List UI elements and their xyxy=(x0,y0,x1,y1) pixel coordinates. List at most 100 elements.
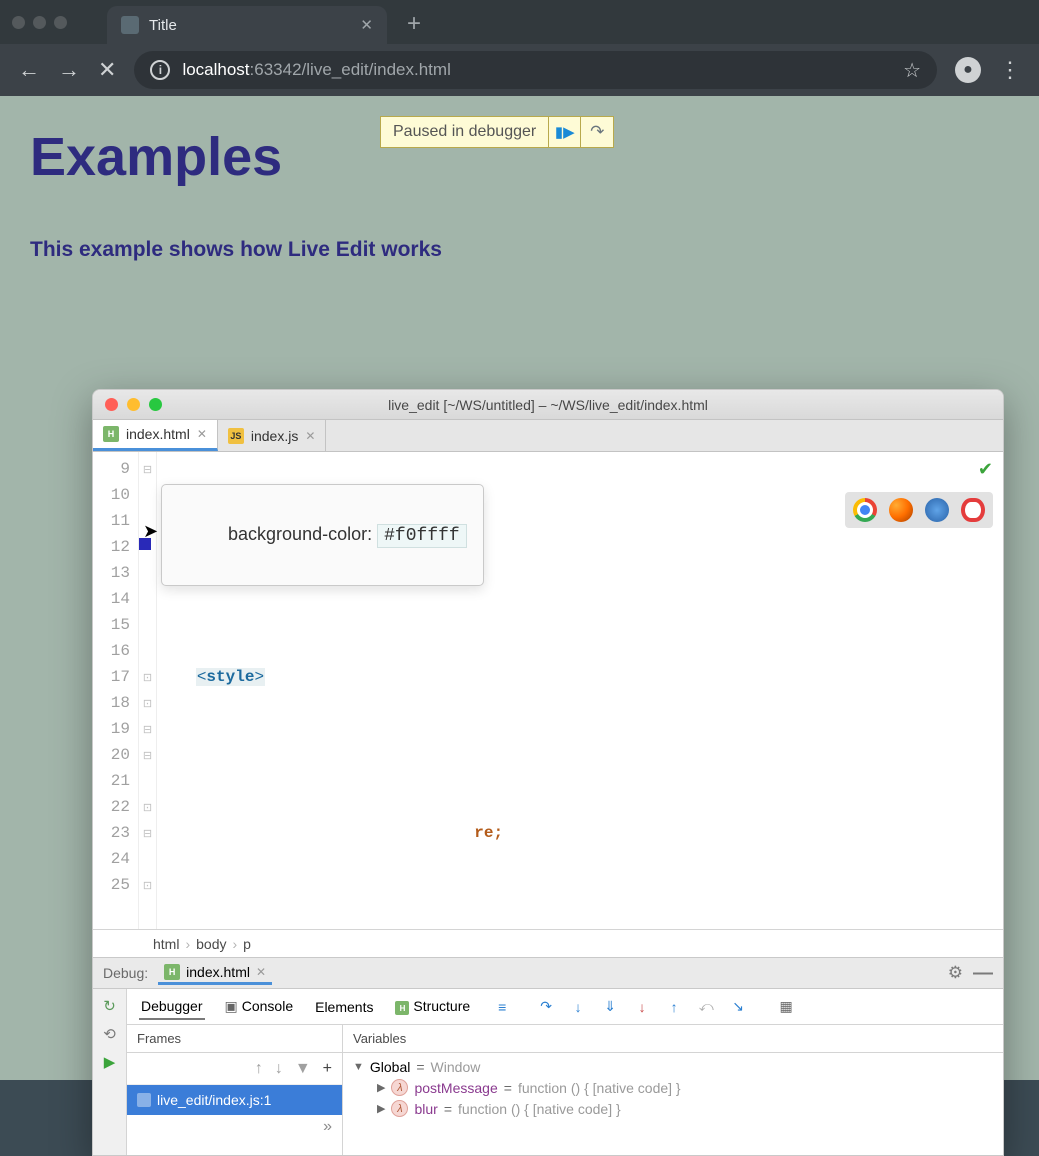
tab-bar: Title ✕ + xyxy=(0,0,1039,44)
gear-icon[interactable]: ⚙ xyxy=(948,963,963,983)
collapse-icon[interactable]: ▼ xyxy=(353,1061,364,1073)
line-number: 10 xyxy=(93,482,130,508)
page-paragraph: This example shows how Live Edit works xyxy=(30,238,1009,262)
file-tab-index-html[interactable]: H index.html ✕ xyxy=(93,420,218,451)
tab-console[interactable]: ▣Console xyxy=(223,994,296,1019)
star-icon[interactable]: ☆ xyxy=(903,58,921,83)
ide-title: live_edit [~/WS/untitled] – ~/WS/live_ed… xyxy=(93,397,1003,413)
line-number: 21 xyxy=(93,768,130,794)
add-icon[interactable]: + xyxy=(323,1060,332,1078)
frame-label: live_edit/index.js:1 xyxy=(157,1092,271,1108)
console-icon: ▣ xyxy=(225,998,238,1014)
fold-icon[interactable]: ⊡ xyxy=(139,690,156,716)
step-out-icon[interactable]: ↑ xyxy=(664,997,684,1017)
js-file-icon: JS xyxy=(228,428,244,444)
stack-frame[interactable]: live_edit/index.js:1 xyxy=(127,1085,342,1115)
cursor-pointer-icon: ➤ xyxy=(143,520,158,546)
threads-icon[interactable]: ≡ xyxy=(492,997,512,1017)
ide-window: live_edit [~/WS/untitled] – ~/WS/live_ed… xyxy=(92,389,1004,1156)
step-into-my-icon[interactable]: ↓ xyxy=(632,997,652,1017)
breadcrumb[interactable]: html › body › p xyxy=(93,929,1003,957)
step-over-icon[interactable]: ↷ xyxy=(536,997,556,1017)
editor[interactable]: 9 10 11 12 13 14 15 16 17 18 19 20 21 22… xyxy=(93,452,1003,929)
down-icon[interactable]: ↓ xyxy=(275,1060,283,1078)
tab-structure[interactable]: H Structure xyxy=(393,994,472,1020)
browser-chrome: Title ✕ + ← → ✕ i localhost:63342/live_e… xyxy=(0,0,1039,96)
hide-icon[interactable]: — xyxy=(973,962,993,985)
file-tabs: H index.html ✕ JS index.js ✕ xyxy=(93,420,1003,452)
drop-frame-icon[interactable]: ⤺ xyxy=(696,997,716,1017)
ide-titlebar[interactable]: live_edit [~/WS/untitled] – ~/WS/live_ed… xyxy=(93,390,1003,420)
close-icon[interactable]: ✕ xyxy=(197,427,207,441)
tab-title: Title xyxy=(149,17,360,34)
close-icon[interactable]: ✕ xyxy=(256,965,266,979)
play-icon: ▮▶ xyxy=(555,123,575,141)
new-tab-button[interactable]: + xyxy=(407,10,421,38)
expand-icon[interactable]: ▶ xyxy=(377,1081,385,1094)
code-line: re; xyxy=(161,820,1003,846)
line-number: 23 xyxy=(93,820,130,846)
step-into-icon[interactable]: ↓ xyxy=(568,997,588,1017)
reload-icon[interactable]: ⟲ xyxy=(103,1025,116,1043)
debug-tabs: Debugger ▣Console Elements H Structure xyxy=(127,994,472,1020)
more-icon[interactable]: » xyxy=(127,1115,342,1139)
tab-elements[interactable]: Elements xyxy=(313,995,375,1019)
menu-icon[interactable]: ⋮ xyxy=(999,57,1021,83)
expand-icon[interactable]: ▶ xyxy=(377,1102,385,1115)
fold-icon[interactable]: ⊡ xyxy=(139,664,156,690)
run-to-cursor-icon[interactable]: ↘ xyxy=(728,997,748,1017)
opera-icon[interactable] xyxy=(961,498,985,522)
back-icon[interactable]: ← xyxy=(18,57,40,83)
profile-icon[interactable]: ● xyxy=(955,57,981,83)
debug-side-toolbar: ↻ ⟲ ▶ xyxy=(93,989,127,1155)
ide-window-controls[interactable] xyxy=(105,398,162,411)
window-controls[interactable] xyxy=(12,16,67,29)
up-icon[interactable]: ↑ xyxy=(255,1060,263,1078)
url-port: :63342 xyxy=(250,60,302,79)
window-close-icon xyxy=(12,16,25,29)
evaluate-icon[interactable]: ▦ xyxy=(776,997,796,1017)
fold-icon[interactable]: ⊡ xyxy=(139,794,156,820)
var-row[interactable]: ▶ λ blur = function () { [native code] } xyxy=(343,1098,1003,1119)
open-in-browser-toolbar xyxy=(845,492,993,528)
filter-icon[interactable]: ▼ xyxy=(295,1060,311,1078)
info-icon[interactable]: i xyxy=(150,60,170,80)
browser-tab[interactable]: Title ✕ xyxy=(107,6,387,44)
force-step-into-icon[interactable]: ⇓ xyxy=(600,997,620,1017)
fold-icon[interactable]: ⊟ xyxy=(139,820,156,846)
fold-icon[interactable]: ⊟ xyxy=(139,742,156,768)
file-tab-index-js[interactable]: JS index.js ✕ xyxy=(218,420,327,451)
crumb[interactable]: body xyxy=(196,936,226,952)
chrome-icon[interactable] xyxy=(853,498,877,522)
url-bar[interactable]: i localhost:63342/live_edit/index.html ☆ xyxy=(134,51,937,89)
var-row[interactable]: ▶ λ postMessage = function () { [native … xyxy=(343,1077,1003,1098)
line-number: 20 xyxy=(93,742,130,768)
variables-panel: Variables ▼ Global = Window ▶ λ xyxy=(343,1025,1003,1155)
var-row[interactable]: ▼ Global = Window xyxy=(343,1057,1003,1077)
var-value: function () { [native code] } xyxy=(458,1101,621,1117)
frames-panel: Frames ↑ ↓ ▼ + live_edit/index.js:1 » xyxy=(127,1025,343,1155)
close-icon[interactable]: ✕ xyxy=(305,429,315,443)
variables-tree[interactable]: ▼ Global = Window ▶ λ postMessage = func… xyxy=(343,1053,1003,1155)
close-icon[interactable]: ✕ xyxy=(360,16,373,34)
debug-body: Frames ↑ ↓ ▼ + live_edit/index.js:1 » xyxy=(127,1025,1003,1155)
step-over-button[interactable]: ↷ xyxy=(581,117,613,147)
firefox-icon[interactable] xyxy=(889,498,913,522)
safari-icon[interactable] xyxy=(925,498,949,522)
fold-icon[interactable]: ⊡ xyxy=(139,872,156,898)
code-area[interactable]: background-color: #f0ffff ➤ ✔ <style> re… xyxy=(157,452,1003,929)
crumb[interactable]: html xyxy=(153,936,179,952)
debug-session-tab[interactable]: H index.html ✕ xyxy=(158,962,272,985)
tab-debugger[interactable]: Debugger xyxy=(139,994,205,1020)
stop-icon[interactable]: ✕ xyxy=(98,57,116,83)
rerun-icon[interactable]: ↻ xyxy=(103,997,116,1015)
resume-icon[interactable]: ▶ xyxy=(104,1053,116,1071)
var-value: function () { [native code] } xyxy=(518,1080,681,1096)
debug-session-label: index.html xyxy=(186,964,250,980)
forward-icon[interactable]: → xyxy=(58,57,80,83)
url-path: /live_edit/index.html xyxy=(302,60,451,79)
resume-button[interactable]: ▮▶ xyxy=(549,117,581,147)
fold-icon[interactable]: ⊟ xyxy=(139,716,156,742)
crumb[interactable]: p xyxy=(243,936,251,952)
fold-icon[interactable]: ⊟ xyxy=(139,456,156,482)
